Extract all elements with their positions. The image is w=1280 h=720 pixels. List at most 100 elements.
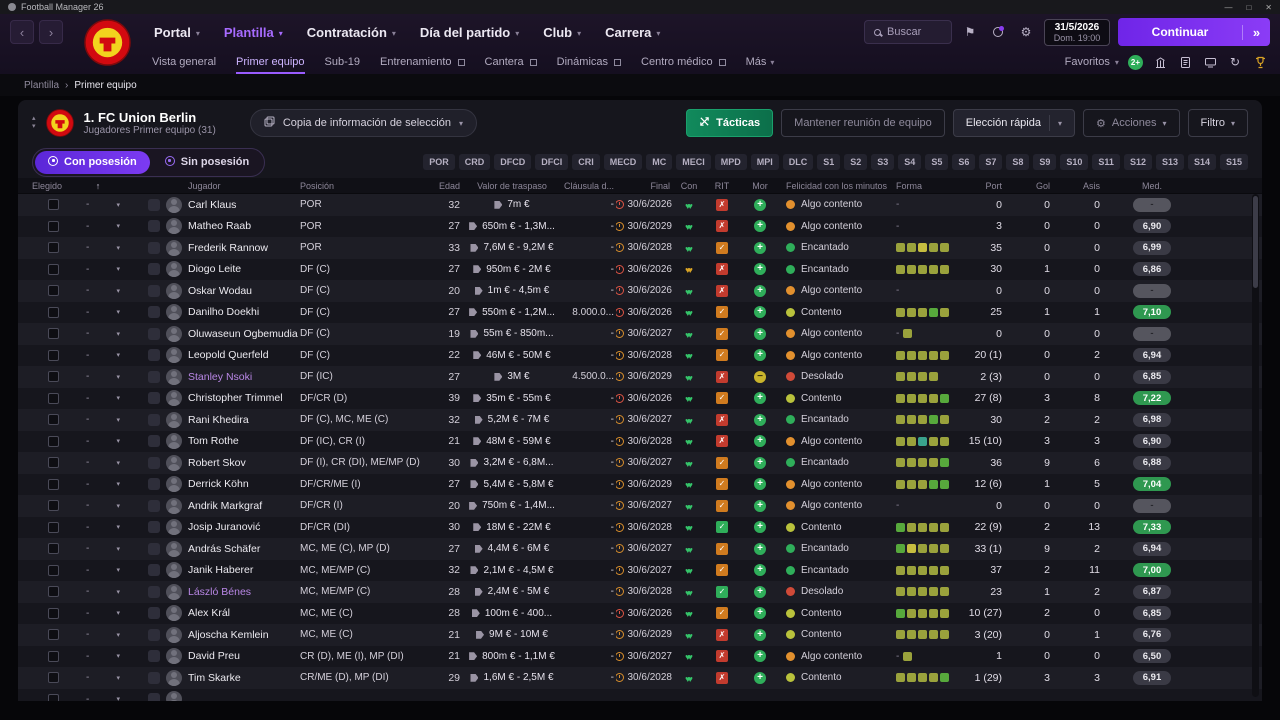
inbox-badge[interactable]: 2+ xyxy=(1127,54,1143,70)
row-checkbox[interactable] xyxy=(48,263,59,275)
settings-gear-icon[interactable]: ⚙ xyxy=(1016,22,1036,42)
col-header-gol[interactable]: Gol xyxy=(1012,181,1060,191)
row-select-dropdown[interactable]: - ▾ xyxy=(62,436,134,447)
player-name[interactable]: Oluwaseun Ogbemudia xyxy=(188,328,298,340)
position-filter-cri[interactable]: CRI xyxy=(572,154,600,170)
subnav-item-dinámicas[interactable]: Dinámicas xyxy=(557,50,622,74)
col-header-sort-icon[interactable]: ↑ xyxy=(62,181,134,191)
row-checkbox[interactable] xyxy=(48,586,59,598)
player-row[interactable]: - ▾ Danilho Doekhi DF (C) 27 550m € - 1,2M...… xyxy=(18,301,1262,323)
player-row[interactable]: - ▾ Christopher Trimmel DF/CR (D) 39 35m € - … xyxy=(18,387,1262,409)
player-row[interactable]: - ▾ Oskar Wodau DF (C) 20 1m € - 4,5m € -30/6/… xyxy=(18,280,1262,302)
player-row[interactable]: - ▾ Leopold Querfeld DF (C) 22 46M € - 50M € -… xyxy=(18,344,1262,366)
row-select-dropdown[interactable]: - ▾ xyxy=(62,500,134,511)
player-name[interactable]: András Schäfer xyxy=(188,543,260,555)
stadium-icon[interactable] xyxy=(1152,54,1168,70)
selection-info-dropdown[interactable]: Copia de información de selección ▾ xyxy=(249,109,477,137)
row-select-dropdown[interactable]: - ▾ xyxy=(62,608,134,619)
row-select-dropdown[interactable]: - ▾ xyxy=(62,479,134,490)
player-name[interactable]: Leopold Querfeld xyxy=(188,349,269,361)
col-header-valor[interactable]: Valor de traspaso xyxy=(460,181,564,191)
search-box[interactable]: Buscar xyxy=(864,20,952,44)
player-row[interactable]: - ▾ xyxy=(18,688,1262,701)
row-select-dropdown[interactable]: - ▾ xyxy=(62,414,134,425)
row-checkbox[interactable] xyxy=(48,242,59,254)
player-report-icon[interactable] xyxy=(148,521,160,534)
subnav-item-primer-equipo[interactable]: Primer equipo xyxy=(236,50,305,74)
row-checkbox[interactable] xyxy=(48,629,59,641)
row-select-dropdown[interactable]: - ▾ xyxy=(62,221,134,232)
player-report-icon[interactable] xyxy=(148,220,160,233)
row-select-dropdown[interactable]: - ▾ xyxy=(62,651,134,662)
player-report-icon[interactable] xyxy=(148,585,160,598)
position-filter-s2[interactable]: S2 xyxy=(844,154,868,170)
position-filter-s8[interactable]: S8 xyxy=(1006,154,1030,170)
player-row[interactable]: - ▾ Rani Khedira DF (C), MC, ME (C) 32 5,2M €… xyxy=(18,409,1262,431)
player-report-icon[interactable] xyxy=(148,413,160,426)
player-report-icon[interactable] xyxy=(148,499,160,512)
team-down-icon[interactable]: ▾ xyxy=(32,123,36,131)
row-checkbox[interactable] xyxy=(48,306,59,318)
tactics-button[interactable]: Tácticas xyxy=(686,109,774,137)
row-checkbox[interactable] xyxy=(48,220,59,232)
screen-icon[interactable] xyxy=(1202,54,1218,70)
subnav-item-vista-general[interactable]: Vista general xyxy=(152,50,216,74)
row-select-dropdown[interactable]: - ▾ xyxy=(62,522,134,533)
player-row[interactable]: - ▾ Tom Rothe DF (IC), CR (I) 21 48M € - 59M … xyxy=(18,430,1262,452)
player-name[interactable]: David Preu xyxy=(188,650,240,662)
player-name[interactable]: Andrik Markgraf xyxy=(188,500,262,512)
scrollbar-thumb[interactable] xyxy=(1253,196,1258,288)
row-checkbox[interactable] xyxy=(48,693,59,701)
row-select-dropdown[interactable]: - ▾ xyxy=(62,457,134,468)
player-row[interactable]: - ▾ László Bénes MC, ME/MP (C) 28 2,4M € - 5M… xyxy=(18,581,1262,603)
player-row[interactable]: - ▾ Janik Haberer MC, ME/MP (C) 32 2,1M € - 4… xyxy=(18,559,1262,581)
player-name[interactable]: Robert Skov xyxy=(188,457,246,469)
position-filter-crd[interactable]: CRD xyxy=(458,154,491,170)
subnav-item-sub-19[interactable]: Sub-19 xyxy=(325,50,360,74)
player-report-icon[interactable] xyxy=(148,564,160,577)
col-header-clausula[interactable]: Cláusula d... xyxy=(564,181,616,191)
col-header-final[interactable]: Final xyxy=(616,181,674,191)
row-select-dropdown[interactable]: - ▾ xyxy=(62,285,134,296)
row-select-dropdown[interactable]: - ▾ xyxy=(62,694,134,701)
back-button[interactable]: ‹ xyxy=(10,20,34,44)
player-row[interactable]: - ▾ Oluwaseun Ogbemudia DF (C) 19 55m € - 850… xyxy=(18,323,1262,345)
player-name[interactable]: Tim Skarke xyxy=(188,672,241,684)
row-select-dropdown[interactable]: - ▾ xyxy=(62,565,134,576)
position-filter-s10[interactable]: S10 xyxy=(1060,154,1089,170)
row-checkbox[interactable] xyxy=(48,478,59,490)
player-report-icon[interactable] xyxy=(148,198,160,211)
player-row[interactable]: - ▾ Alex Král MC, ME (C) 28 100m € - 400... -3… xyxy=(18,602,1262,624)
player-name[interactable]: Carl Klaus xyxy=(188,199,236,211)
position-filter-s3[interactable]: S3 xyxy=(871,154,895,170)
position-filter-s9[interactable]: S9 xyxy=(1033,154,1057,170)
player-name[interactable]: Matheo Raab xyxy=(188,220,251,232)
position-filter-s7[interactable]: S7 xyxy=(979,154,1003,170)
player-name[interactable]: László Bénes xyxy=(188,586,251,598)
player-name[interactable]: Rani Khedira xyxy=(188,414,249,426)
player-name[interactable]: Christopher Trimmel xyxy=(188,392,283,404)
bookmark-flag-icon[interactable]: ⚑ xyxy=(960,22,980,42)
menu-item-club[interactable]: Club ▾ xyxy=(543,25,581,40)
subnav-item-entrenamiento[interactable]: Entrenamiento xyxy=(380,50,465,74)
player-name[interactable]: Derrick Köhn xyxy=(188,478,249,490)
col-header-posicion[interactable]: Posición xyxy=(300,181,436,191)
window-close-button[interactable]: ✕ xyxy=(1265,3,1272,12)
clipboard-icon[interactable] xyxy=(1177,54,1193,70)
player-name[interactable]: Oskar Wodau xyxy=(188,285,252,297)
player-name[interactable]: Danilho Doekhi xyxy=(188,306,259,318)
player-row[interactable]: - ▾ Diogo Leite DF (C) 27 950m € - 2M € -30/6/… xyxy=(18,258,1262,280)
col-header-rit[interactable]: RIT xyxy=(704,181,740,191)
position-filter-s15[interactable]: S15 xyxy=(1219,154,1248,170)
row-checkbox[interactable] xyxy=(48,199,59,211)
row-checkbox[interactable] xyxy=(48,521,59,533)
row-checkbox[interactable] xyxy=(48,371,59,383)
position-filter-s12[interactable]: S12 xyxy=(1123,154,1152,170)
subnav-item-más[interactable]: Más ▾ xyxy=(746,50,775,74)
window-maximize-button[interactable]: □ xyxy=(1246,3,1251,12)
breadcrumb-parent[interactable]: Plantilla xyxy=(24,80,59,91)
row-select-dropdown[interactable]: - ▾ xyxy=(62,307,134,318)
player-row[interactable]: - ▾ Frederik Rannow POR 33 7,6M € - 9,2M € -30… xyxy=(18,237,1262,259)
trophy-icon[interactable] xyxy=(1252,54,1268,70)
player-report-icon[interactable] xyxy=(148,478,160,491)
